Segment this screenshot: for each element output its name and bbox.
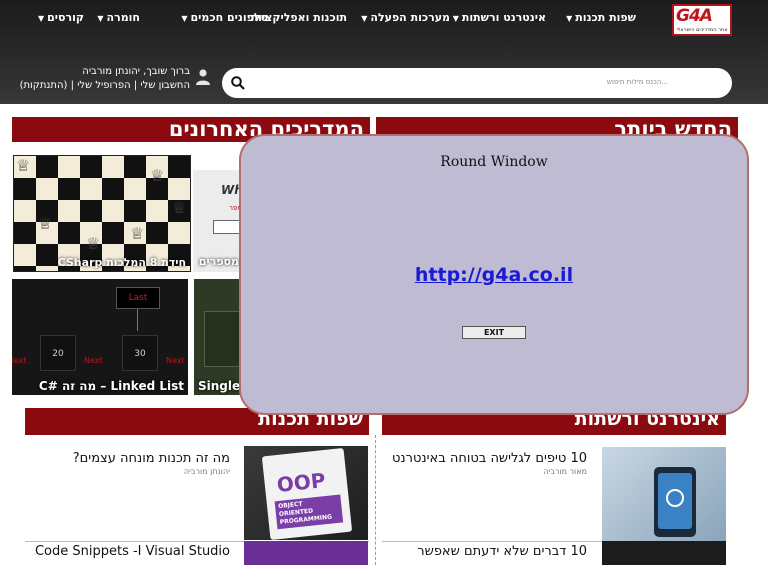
lock-icon bbox=[666, 489, 684, 507]
article-title[interactable]: 10 דברים שלא ידעתם שאפשר bbox=[417, 544, 587, 559]
logo-tagline: אתר המדריכים הישראלי bbox=[676, 27, 728, 33]
tile-numbers[interactable]: What מספר מספרים bbox=[193, 170, 243, 272]
thumb-title: OOP bbox=[275, 468, 327, 498]
article-author[interactable]: יהונתן מורביה bbox=[184, 467, 230, 476]
nav-label: מערכות הפעלה bbox=[370, 11, 450, 24]
site-link[interactable]: http://g4a.co.il bbox=[241, 264, 747, 286]
last-node: Last bbox=[116, 287, 160, 309]
tile-linked-list[interactable]: Last 20 30 Next Next Next Linked List – … bbox=[12, 279, 188, 395]
chevron-down-icon: ▼ bbox=[97, 14, 104, 23]
tile-eight-queens[interactable]: ♕ ♕ ♕ ♕ ♕ ♕ חידת 8 המלכות CSharp bbox=[13, 155, 191, 272]
search-bar[interactable]: הכנס מילות חיפוש... bbox=[222, 68, 732, 98]
my-profile-link[interactable]: הפרופיל שלי bbox=[77, 80, 131, 91]
page: G4A אתר המדריכים הישראלי ▼ שפות תכנות ▼ אי… bbox=[0, 0, 768, 565]
nav-item-programming[interactable]: ▼ שפות תכנות bbox=[566, 11, 636, 24]
queen-icon: ♕ bbox=[150, 166, 165, 185]
next-label: Next bbox=[166, 356, 185, 365]
tile-caption: חידת 8 המלכות CSharp bbox=[57, 256, 186, 269]
arrow-line bbox=[137, 309, 138, 331]
notebook-graphic: OOP OBJECT ORIENTED PROGRAMMING bbox=[261, 447, 353, 540]
tile-caption: Single bbox=[198, 379, 241, 393]
user-icon bbox=[196, 69, 210, 85]
nav-label: קורסים bbox=[47, 11, 84, 24]
nav-label: שפות תכנות bbox=[575, 11, 636, 24]
article-author[interactable]: מאור מורביה bbox=[543, 467, 587, 476]
queen-icon: ♕ bbox=[172, 198, 187, 217]
queen-icon: ♕ bbox=[38, 214, 53, 233]
thumb-subtitle: OBJECT ORIENTED PROGRAMMING bbox=[274, 494, 344, 530]
dialog-title: Round Window bbox=[440, 154, 548, 170]
my-account-link[interactable]: החשבון שלי bbox=[140, 80, 190, 91]
article-thumbnail-security[interactable] bbox=[602, 447, 726, 541]
article-thumbnail[interactable] bbox=[244, 541, 368, 565]
tile-graphic bbox=[204, 311, 244, 367]
chevron-down-icon: ▼ bbox=[37, 14, 45, 23]
nav-item-hardware[interactable]: ▼ חומרה bbox=[97, 11, 140, 24]
chevron-down-icon: ▼ bbox=[452, 14, 459, 23]
tile-caption: Linked List – מה זה #C bbox=[38, 379, 184, 393]
chevron-down-icon: ▼ bbox=[361, 14, 368, 23]
user-links: החשבון שלי | הפרופיל שלי | (התנתקות) bbox=[19, 80, 190, 91]
column-divider bbox=[375, 435, 376, 565]
user-greeting: ברוך שובך, יהונתן מורביה bbox=[82, 66, 190, 77]
tile-single[interactable]: Single bbox=[194, 279, 244, 395]
list-node: 20 bbox=[40, 335, 76, 371]
list-node: 30 bbox=[122, 335, 158, 371]
tile-caption: מספרים bbox=[198, 255, 239, 268]
exit-button[interactable]: EXIT bbox=[462, 326, 526, 339]
logout-link[interactable]: (התנתקות) bbox=[20, 80, 68, 91]
chevron-down-icon: ▼ bbox=[181, 14, 188, 23]
next-label: Next bbox=[84, 356, 103, 365]
nav-item-courses[interactable]: ▼ קורסים bbox=[38, 11, 84, 24]
nav-label: חומרה bbox=[106, 11, 140, 24]
article-thumbnail[interactable] bbox=[602, 541, 726, 565]
nav-label: טלפונים חכמים bbox=[190, 11, 269, 24]
nav-item-smartphones[interactable]: ▼ טלפונים חכמים bbox=[181, 11, 268, 24]
nav-label: אינטרנט ורשתות bbox=[461, 11, 546, 24]
chevron-down-icon: ▼ bbox=[566, 14, 573, 23]
next-label: Next bbox=[12, 356, 27, 365]
article-thumbnail-oop[interactable]: OOP OBJECT ORIENTED PROGRAMMING bbox=[244, 446, 368, 540]
nav-item-os[interactable]: ▼ מערכות הפעלה bbox=[361, 11, 450, 24]
nav-item-internet[interactable]: ▼ אינטרנט ורשתות bbox=[453, 11, 546, 24]
round-window-dialog: Round Window http://g4a.co.il EXIT bbox=[239, 134, 749, 415]
site-logo[interactable]: G4A אתר המדריכים הישראלי bbox=[672, 4, 732, 36]
search-input[interactable]: הכנס מילות חיפוש... bbox=[607, 78, 668, 86]
search-icon[interactable] bbox=[230, 75, 246, 91]
queen-icon: ♕ bbox=[86, 234, 101, 253]
logo-mark: G4A bbox=[676, 6, 713, 26]
queen-icon: ♕ bbox=[130, 224, 145, 243]
article-title[interactable]: 10 טיפים לגלישה בטוחה באינטרנט bbox=[392, 451, 587, 466]
article-title[interactable]: Code Snippets -I Visual Studio bbox=[35, 544, 230, 559]
article-title[interactable]: מה זה תכנות מונחה עצמים? bbox=[73, 451, 230, 466]
queen-icon: ♕ bbox=[16, 156, 31, 175]
site-header: G4A אתר המדריכים הישראלי ▼ שפות תכנות ▼ אי… bbox=[0, 0, 768, 104]
